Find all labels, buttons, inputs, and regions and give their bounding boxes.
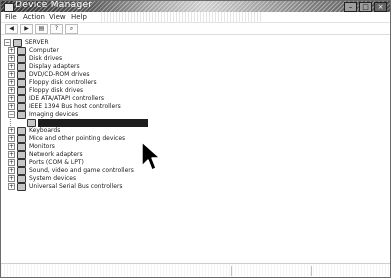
back-arrow-icon: ◀	[9, 25, 14, 32]
device-manager-window: Device Manager – □ × File Action View He…	[0, 0, 391, 278]
ide-controller-icon	[17, 95, 26, 103]
tree-item-label: Imaging devices	[29, 111, 79, 118]
status-separator	[231, 266, 232, 276]
device-tree: − SERVER + Computer + Disk drives + Display ada…	[4, 39, 384, 261]
minimize-button[interactable]: –	[344, 2, 357, 12]
expand-icon[interactable]: +	[8, 175, 15, 182]
expand-icon[interactable]: +	[8, 63, 15, 70]
disk-drive-icon	[17, 55, 26, 63]
menu-view[interactable]: View	[49, 12, 66, 22]
status-separator	[311, 266, 312, 276]
display-adapter-icon	[17, 63, 26, 71]
expand-icon[interactable]: +	[8, 183, 15, 190]
tree-item[interactable]	[4, 119, 384, 127]
forward-arrow-icon: ▶	[24, 25, 29, 32]
network-adapter-icon	[17, 151, 26, 159]
expand-icon[interactable]: +	[8, 55, 15, 62]
menu-help[interactable]: Help	[71, 12, 87, 22]
expand-icon[interactable]: +	[8, 135, 15, 142]
title-bar[interactable]: Device Manager – □ ×	[1, 1, 390, 12]
expand-icon[interactable]: +	[8, 167, 15, 174]
expand-icon[interactable]: +	[8, 87, 15, 94]
back-button[interactable]: ◀	[5, 24, 18, 34]
scan-icon: ⌕	[69, 25, 74, 32]
keyboard-icon	[17, 127, 26, 135]
port-icon	[17, 159, 26, 167]
expand-icon[interactable]: +	[8, 47, 15, 54]
tree-item-label: Universal Serial Bus controllers	[29, 183, 123, 190]
help-icon: ?	[54, 25, 59, 32]
close-button[interactable]: ×	[374, 2, 387, 12]
properties-icon: ▤	[38, 25, 45, 32]
app-icon	[4, 3, 14, 12]
expand-icon[interactable]: +	[8, 95, 15, 102]
scan-hardware-button[interactable]: ⌕	[65, 24, 78, 34]
imaging-device-icon	[17, 111, 26, 119]
status-bar	[1, 263, 390, 277]
caption-buttons: – □ ×	[344, 2, 387, 12]
expand-icon[interactable]: +	[8, 159, 15, 166]
monitor-icon	[17, 143, 26, 151]
computer-icon	[13, 39, 22, 47]
help-button[interactable]: ?	[50, 24, 63, 34]
maximize-button[interactable]: □	[359, 2, 372, 12]
tree-item[interactable]: − Imaging devices	[4, 111, 384, 119]
floppy-drive-icon	[17, 87, 26, 95]
tree-root[interactable]: − SERVER	[4, 39, 384, 47]
expand-icon[interactable]: +	[8, 127, 15, 134]
system-device-icon	[17, 175, 26, 183]
collapse-icon[interactable]: −	[8, 111, 15, 118]
toolbar: ◀ ▶ ▤? ⌕	[1, 23, 390, 35]
properties-button[interactable]: ▤	[35, 24, 48, 34]
expand-icon[interactable]: +	[8, 143, 15, 150]
expand-icon[interactable]: +	[8, 151, 15, 158]
sound-icon	[17, 167, 26, 175]
floppy-controller-icon	[17, 79, 26, 87]
mouse-pointer-icon	[141, 141, 161, 171]
tree-item[interactable]: + Mice and other pointing devices	[4, 135, 384, 143]
expand-icon[interactable]: +	[8, 71, 15, 78]
tree-item[interactable]: + Universal Serial Bus controllers	[4, 183, 384, 191]
window-title: Device Manager	[15, 0, 93, 10]
forward-button[interactable]: ▶	[20, 24, 33, 34]
menu-action[interactable]: Action	[23, 12, 45, 22]
expand-icon[interactable]: +	[8, 103, 15, 110]
computer-icon	[17, 47, 26, 55]
menu-file[interactable]: File	[5, 12, 17, 22]
collapse-icon[interactable]: −	[4, 39, 11, 46]
usb-icon	[17, 183, 26, 191]
dvd-drive-icon	[17, 71, 26, 79]
mouse-icon	[17, 135, 26, 143]
menu-bar-texture	[101, 12, 261, 22]
menu-bar: File Action View Help	[1, 12, 390, 23]
ieee1394-icon	[17, 103, 26, 111]
expand-icon[interactable]: +	[8, 79, 15, 86]
